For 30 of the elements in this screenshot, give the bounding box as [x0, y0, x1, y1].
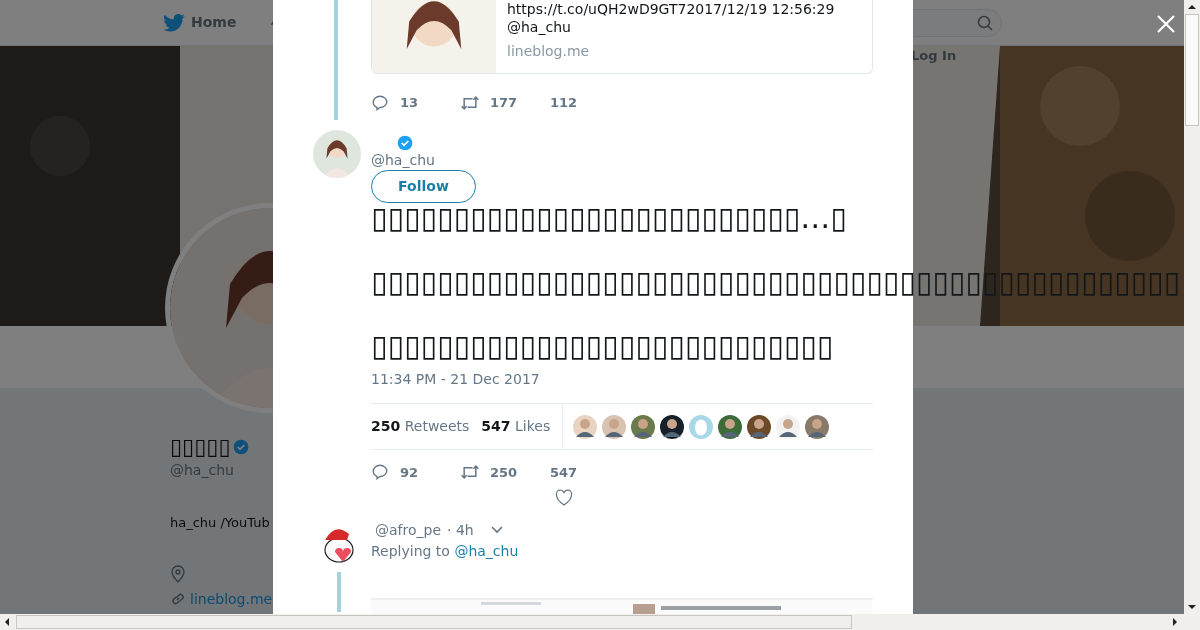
link-icon — [170, 591, 186, 607]
tweet-text: ▯▯▯▯▯▯▯▯▯▯▯▯▯▯▯▯▯▯▯▯▯▯▯▯▯▯▯▯ — [371, 327, 834, 365]
heart-icon[interactable] — [554, 488, 573, 506]
retweet-count: 250 — [490, 464, 519, 482]
location-icon — [170, 564, 186, 583]
reply-handle: @afro_pe — [375, 520, 442, 540]
retweets-stat[interactable]: 250 Retweets — [371, 416, 470, 437]
reply-count: 92 — [400, 464, 420, 482]
card-handle: @ha_chu — [507, 18, 572, 36]
scrollbar-thumb[interactable] — [16, 615, 852, 629]
replying-to-text: Replying to @ha_chu — [371, 541, 520, 561]
scrollbar-thumb[interactable] — [1185, 14, 1199, 126]
likes-stat[interactable]: 547 Likes — [481, 416, 551, 437]
close-button[interactable] — [1156, 14, 1176, 34]
profile-handle: @ha_chu — [170, 461, 234, 480]
home-link[interactable]: Home — [191, 12, 237, 33]
horizontal-scrollbar[interactable] — [0, 614, 1200, 630]
verified-icon — [232, 439, 249, 455]
search-icon[interactable] — [977, 14, 994, 31]
like-count: 547 — [550, 464, 578, 482]
reply-icon[interactable] — [371, 463, 389, 481]
vertical-scrollbar[interactable] — [1184, 0, 1200, 614]
tweet-time: 11:34 PM - 21 Dec 2017 — [371, 370, 541, 389]
caret-icon[interactable] — [489, 525, 504, 535]
mention-link[interactable]: @ha_chu — [454, 542, 519, 559]
profile-bio: ha_chu /YouTub — [170, 514, 270, 532]
reply-time: · 4h — [447, 520, 474, 540]
retweet-icon[interactable] — [460, 463, 480, 481]
profile-name: ▯▯▯▯▯ — [170, 434, 231, 460]
card-title: https://t.co/uQH2wD9GT72017/12/19 12:56:29 — [507, 0, 835, 18]
